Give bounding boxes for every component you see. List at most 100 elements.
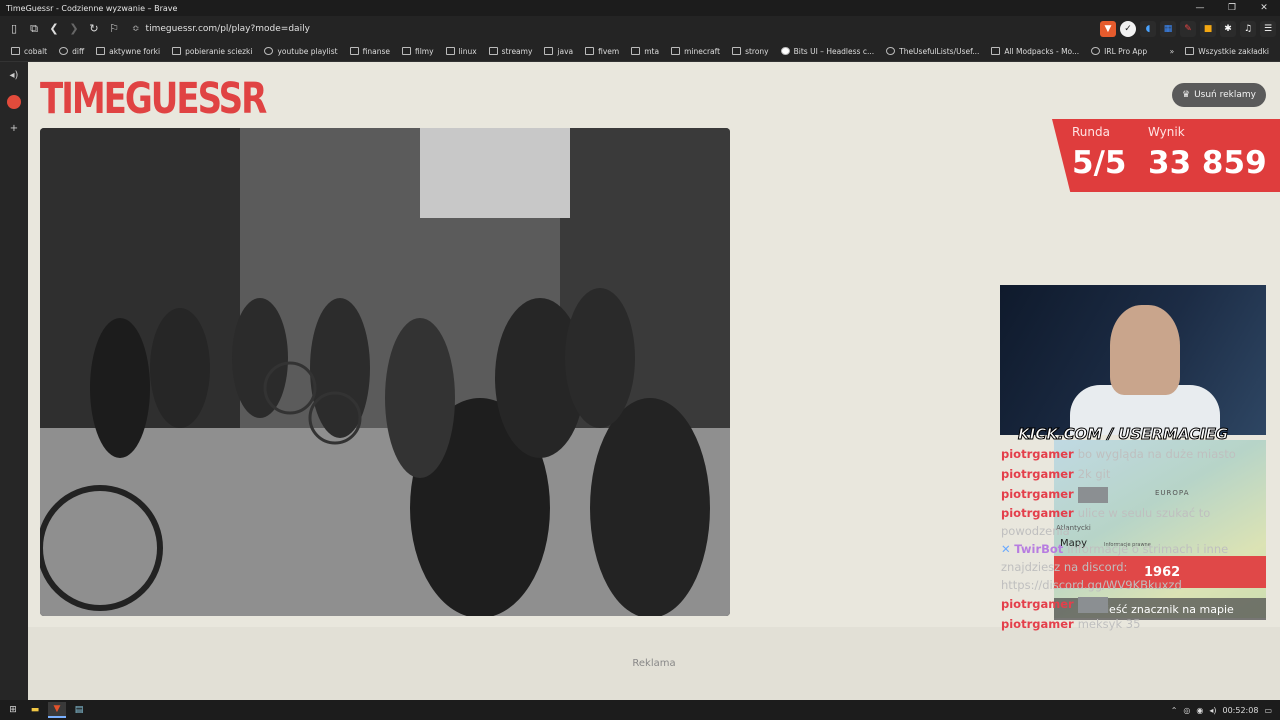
bookmark-folder-minecraft[interactable]: minecraft: [666, 47, 725, 56]
remove-ads-button[interactable]: ♛ Usuń reklamy: [1172, 83, 1266, 107]
window-title: TimeGuessr - Codzienne wyzwanie – Brave: [6, 3, 178, 13]
audio-extension-icon[interactable]: ◖: [1140, 20, 1156, 37]
notepad-taskbar-icon[interactable]: ▤: [70, 702, 88, 718]
bookmark-bits-ui[interactable]: Bits UI – Headless c...: [776, 47, 879, 56]
windows-start-icon[interactable]: ⊞: [4, 702, 22, 718]
chat-user: piotrgamer: [1001, 487, 1074, 501]
bookmarks-right: » Wszystkie zakładki: [1170, 47, 1274, 56]
steam-icon[interactable]: ◎: [1183, 706, 1190, 715]
puzzle-extension-icon[interactable]: ✱: [1220, 20, 1236, 37]
chat-user: piotrgamer: [1001, 506, 1074, 520]
folder-icon: [671, 47, 681, 55]
clock[interactable]: 00:52:08: [1223, 706, 1259, 715]
browser-sidebar: ◂) +: [0, 62, 28, 700]
chat-message: piotrgamer 2k git: [1001, 464, 1241, 484]
ad-label: Reklama: [632, 658, 676, 669]
window-controls: — ❐ ✕: [1184, 3, 1280, 13]
bookmarks-overflow-button[interactable]: »: [1170, 47, 1175, 56]
bits-icon: [780, 47, 790, 55]
bookmark-folder-mta[interactable]: mta: [626, 47, 664, 56]
globe-icon: [1091, 47, 1101, 55]
menu-icon[interactable]: ☰: [1260, 20, 1276, 37]
score-label: Wynik: [1148, 125, 1185, 139]
forward-icon[interactable]: ❯: [64, 19, 84, 39]
bookmark-label: mta: [644, 46, 660, 56]
check-extension-icon[interactable]: ✓: [1120, 20, 1136, 37]
bookmark-folder-finanse[interactable]: finanse: [345, 47, 395, 56]
bookmark-youtube-playlist[interactable]: youtube playlist: [259, 47, 342, 56]
brave-taskbar-icon[interactable]: ▼: [48, 702, 66, 718]
bookmarks-bar: cobalt diff aktywne forki pobieranie sci…: [0, 41, 1280, 62]
back-icon[interactable]: ❮: [44, 19, 64, 39]
brave-news-icon[interactable]: [7, 95, 21, 109]
folder-icon: [544, 47, 554, 55]
chat-user: piotrgamer: [1001, 447, 1074, 461]
tray-chevron-icon[interactable]: ⌃: [1171, 706, 1178, 715]
bookmark-cobalt[interactable]: cobalt: [6, 47, 52, 56]
notifications-icon[interactable]: ▭: [1264, 706, 1272, 715]
speaker-icon[interactable]: ◂): [10, 70, 19, 81]
bookmark-label: java: [557, 46, 574, 56]
close-window-button[interactable]: ✕: [1248, 3, 1280, 13]
brave-shields-icon[interactable]: ▼: [1100, 20, 1116, 37]
bookmark-icon[interactable]: ⚐: [104, 19, 124, 39]
bookmark-irl-pro-app[interactable]: IRL Pro App: [1086, 47, 1152, 56]
bookmark-folder-fivem[interactable]: fivem: [580, 47, 624, 56]
chat-user: piotrgamer: [1001, 617, 1074, 631]
site-settings-icon[interactable]: ≎: [132, 24, 140, 34]
score-panel: Runda 5/5 Wynik 33 859: [1052, 119, 1280, 192]
all-bookmarks-button[interactable]: Wszystkie zakładki: [1180, 47, 1274, 56]
bookmark-label: youtube playlist: [277, 46, 338, 56]
reload-icon[interactable]: ↻: [84, 19, 104, 39]
bookmark-folder-strony[interactable]: strony: [727, 47, 774, 56]
file-explorer-icon[interactable]: ▬: [26, 702, 44, 718]
tab-overview-icon[interactable]: ⧉: [24, 19, 44, 39]
fork-icon: [96, 47, 106, 55]
round-label: Runda: [1072, 125, 1110, 139]
cobalt-icon: [11, 47, 20, 55]
bookmark-label: fivem: [598, 46, 620, 56]
add-panel-icon[interactable]: +: [10, 123, 18, 134]
round-value: 5/5: [1072, 145, 1127, 181]
folder-icon: [732, 47, 742, 55]
bookmark-folder-filmy[interactable]: filmy: [397, 47, 439, 56]
yellow-extension-icon[interactable]: ■: [1200, 20, 1216, 37]
chat-message: piotrgamer bo wygląda na duże miasto: [1001, 444, 1241, 464]
bookmark-pobieranie-sciezki[interactable]: pobieranie sciezki: [167, 47, 257, 56]
bookmark-label: pobieranie sciezki: [185, 46, 253, 56]
globe-icon: [264, 47, 274, 55]
chat-user: piotrgamer: [1001, 597, 1074, 611]
bookmark-label: cobalt: [24, 46, 48, 56]
score-value: 33 859: [1148, 145, 1267, 181]
modpacks-icon: [991, 47, 1001, 55]
extensions-area: ▼ ✓ ◖ ▦ ✎ ■ ✱ ♫ ☰: [1100, 20, 1276, 37]
historical-photo[interactable]: [40, 128, 730, 616]
sidebar-toggle-icon[interactable]: ▯: [4, 19, 24, 39]
chat-text: meksyk 35: [1077, 617, 1141, 631]
streamer-face: [1110, 305, 1180, 395]
folder-icon: [488, 47, 498, 55]
bookmark-folder-java[interactable]: java: [539, 47, 578, 56]
bookmark-label: strony: [745, 46, 769, 56]
chat-message: piotrgamer: [1001, 484, 1241, 504]
taskbar: ⊞ ▬ ▼ ▤ ⌃ ◎ ◉ ◂) 00:52:08 ▭: [0, 700, 1280, 720]
folder-icon: [401, 47, 411, 55]
address-field[interactable]: ≎ timeguessr.com/pl/play?mode=daily: [132, 24, 1100, 34]
folder-icon: [631, 47, 641, 55]
bookmark-all-modpacks[interactable]: All Modpacks - Mo...: [986, 47, 1084, 56]
bookmark-diff[interactable]: diff: [54, 47, 89, 56]
grid-extension-icon[interactable]: ▦: [1160, 20, 1176, 37]
timeguessr-logo[interactable]: TIMEGUESSR: [40, 74, 267, 124]
maximize-button[interactable]: ❐: [1216, 3, 1248, 13]
folder-icon: [585, 47, 595, 55]
music-icon[interactable]: ♫: [1240, 20, 1256, 37]
discord-icon[interactable]: ◉: [1196, 706, 1203, 715]
bookmark-usefullists[interactable]: TheUsefulLists/Usef...: [881, 47, 984, 56]
bookmark-folder-linux[interactable]: linux: [441, 47, 482, 56]
minimize-button[interactable]: —: [1184, 3, 1216, 13]
volume-icon[interactable]: ◂): [1209, 706, 1216, 715]
bookmark-aktywne-forki[interactable]: aktywne forki: [91, 47, 165, 56]
bookmark-folder-streamy[interactable]: streamy: [484, 47, 538, 56]
bookmark-label: linux: [458, 46, 477, 56]
pen-extension-icon[interactable]: ✎: [1180, 20, 1196, 37]
